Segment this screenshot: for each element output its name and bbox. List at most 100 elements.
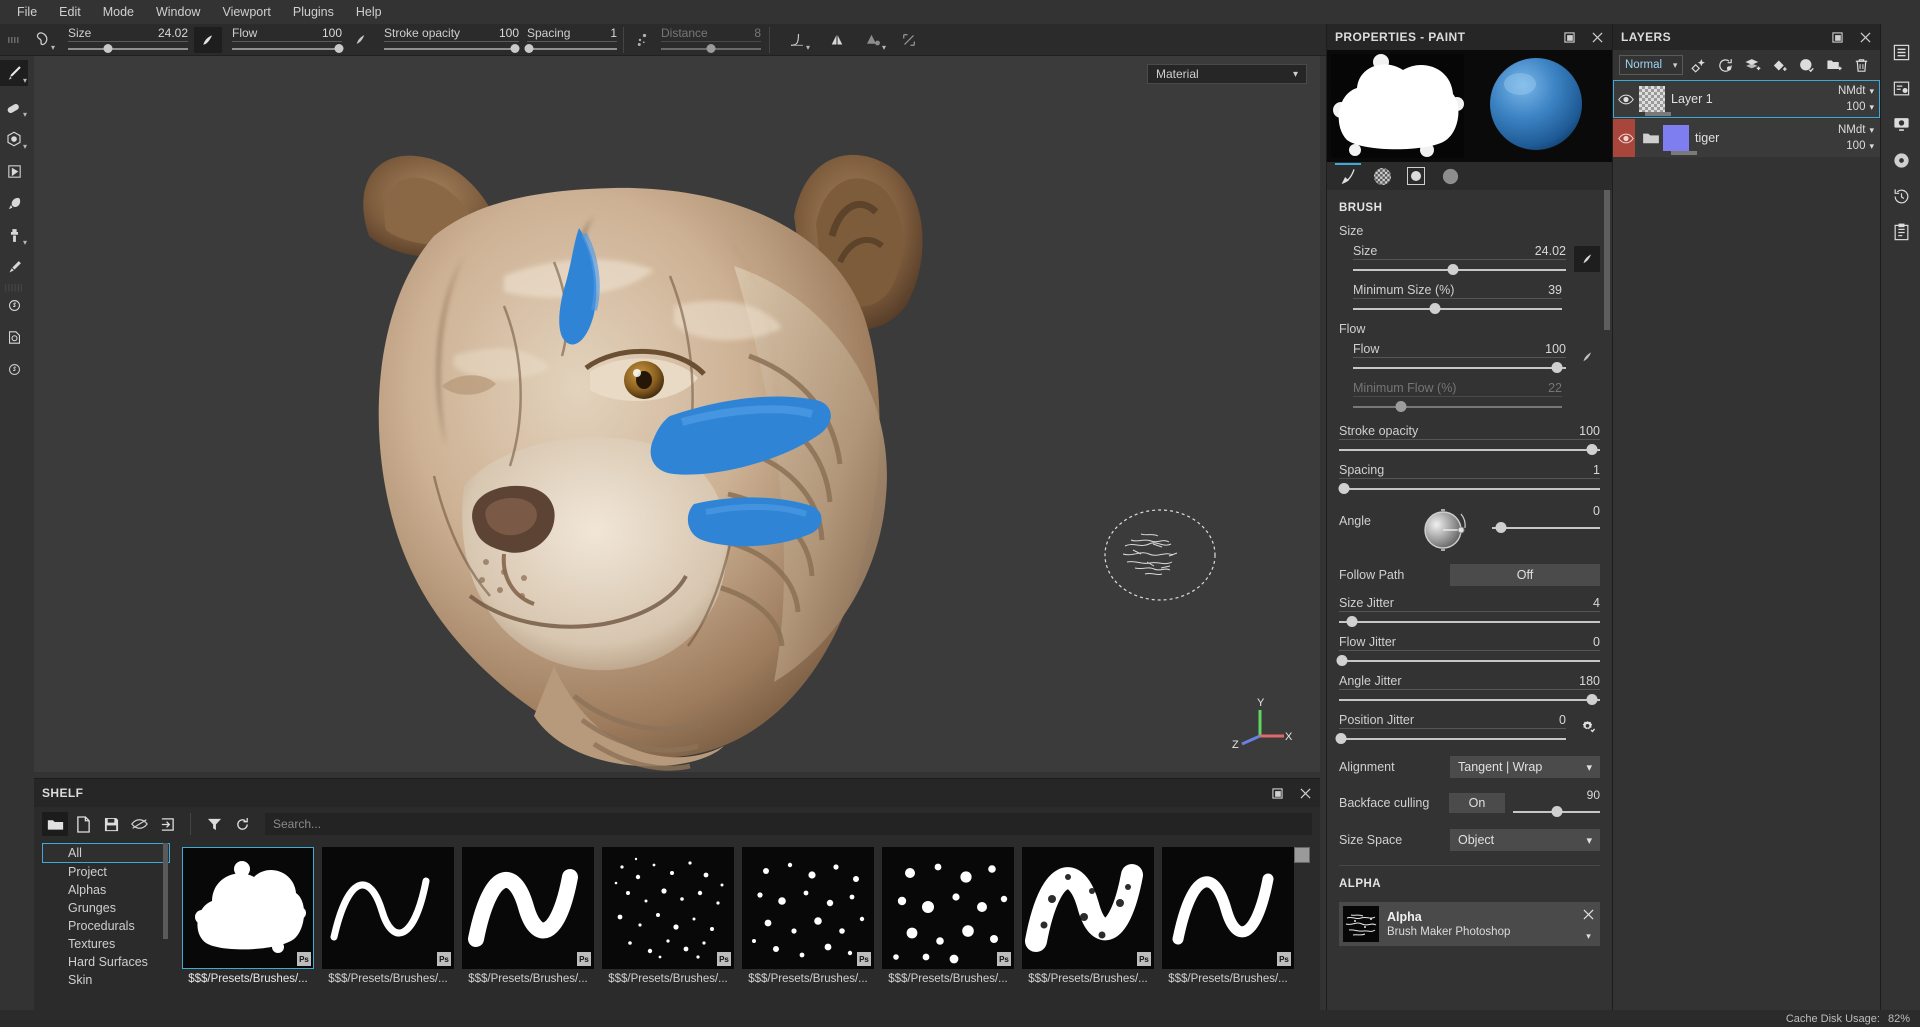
add-paint-layer-icon[interactable] bbox=[1767, 53, 1792, 77]
chevron-down-icon[interactable]: ▾ bbox=[1586, 761, 1592, 774]
toolbar-size-slider[interactable] bbox=[68, 44, 188, 53]
add-folder-icon[interactable] bbox=[1822, 53, 1847, 77]
brush-thumbnail[interactable]: Ps bbox=[882, 847, 1014, 969]
chevron-down-icon[interactable]: ▾ bbox=[23, 111, 27, 119]
toolbar-flow-slider[interactable] bbox=[232, 44, 342, 53]
minimum-flow-row[interactable]: Minimum Flow (%) 22 bbox=[1339, 379, 1600, 418]
randomize-icon[interactable] bbox=[1574, 713, 1600, 739]
layer-blend-mode[interactable]: NMdt bbox=[1838, 124, 1865, 136]
layer-thumbnail[interactable] bbox=[1639, 86, 1665, 112]
history-icon[interactable] bbox=[1881, 178, 1920, 214]
toolbar-distance-param[interactable]: Distance 8 bbox=[661, 24, 761, 56]
hide-icon[interactable] bbox=[126, 812, 152, 836]
display-settings-icon[interactable] bbox=[1881, 106, 1920, 142]
shelf-brush-item[interactable]: Ps $$$/Presets/Brushes/... bbox=[882, 847, 1014, 1027]
menu-plugins[interactable]: Plugins bbox=[282, 2, 345, 22]
shelf-search-input[interactable]: Search... bbox=[265, 813, 1312, 835]
flow-jitter-row[interactable]: Flow Jitter 0 bbox=[1339, 633, 1600, 672]
maximize-icon[interactable] bbox=[1830, 30, 1844, 44]
preset-tool[interactable] bbox=[0, 356, 28, 382]
chevron-down-icon[interactable]: ▾ bbox=[1869, 141, 1874, 152]
close-icon[interactable] bbox=[1583, 907, 1594, 925]
texture-set-settings-icon[interactable] bbox=[1881, 70, 1920, 106]
brush-thumbnail[interactable]: Ps bbox=[1022, 847, 1154, 969]
maximize-icon[interactable] bbox=[1270, 786, 1284, 800]
toolbar-stroke-opacity-slider[interactable] bbox=[384, 44, 519, 53]
particle-icon[interactable] bbox=[629, 27, 657, 53]
shelf-category-hard-surfaces[interactable]: Hard Surfaces bbox=[42, 953, 170, 971]
symmetry-settings-icon[interactable]: ▾ bbox=[859, 27, 887, 53]
material-picker-tool[interactable] bbox=[0, 254, 28, 280]
angle-value-group[interactable]: 0 bbox=[1492, 504, 1600, 533]
shelf-category-procedurals[interactable]: Procedurals bbox=[42, 917, 170, 935]
alpha-card[interactable]: Alpha Brush Maker Photoshop ▾ bbox=[1339, 902, 1600, 946]
add-filter-icon[interactable] bbox=[1794, 53, 1819, 77]
material-tab[interactable] bbox=[1401, 163, 1431, 189]
projection-icon[interactable] bbox=[895, 27, 923, 53]
blend-mode-dropdown[interactable]: Normal ▾ bbox=[1619, 55, 1683, 75]
shelf-category-grunges[interactable]: Grunges bbox=[42, 899, 170, 917]
shelf-brush-item[interactable]: Ps $$$/Presets/Brushes/... bbox=[182, 847, 314, 1027]
size-space-dropdown[interactable]: Object ▾ bbox=[1450, 829, 1600, 851]
chevron-down-icon[interactable]: ▾ bbox=[1673, 60, 1678, 71]
brush-tab[interactable] bbox=[1333, 163, 1363, 189]
falloff-curve-icon[interactable]: ▾ bbox=[783, 27, 811, 53]
stroke-opacity-row[interactable]: Stroke opacity 100 bbox=[1339, 418, 1600, 461]
smudge-tool[interactable] bbox=[0, 190, 28, 216]
backface-culling-toggle[interactable]: On bbox=[1449, 793, 1505, 813]
layer-row-tiger[interactable]: tiger NMdt ▾ 100 ▾ bbox=[1613, 119, 1880, 157]
stencil-tab[interactable] bbox=[1435, 163, 1465, 189]
menu-mode[interactable]: Mode bbox=[92, 2, 145, 22]
chevron-down-icon[interactable]: ▾ bbox=[1586, 834, 1592, 847]
layer-opacity[interactable]: 100 bbox=[1846, 101, 1865, 113]
chevron-down-icon[interactable]: ▾ bbox=[23, 77, 27, 85]
import-icon[interactable] bbox=[154, 812, 180, 836]
viewport-material-dropdown[interactable]: Material ▾ bbox=[1147, 64, 1307, 84]
shelf-brush-item[interactable]: Ps $$$/Presets/Brushes/... bbox=[602, 847, 734, 1027]
category-scrollbar[interactable] bbox=[163, 843, 168, 939]
brush-thumbnail[interactable]: Ps bbox=[182, 847, 314, 969]
chevron-down-icon[interactable]: ▾ bbox=[1293, 69, 1298, 80]
toolbar-spacing-param[interactable]: Spacing 1 bbox=[527, 24, 617, 56]
shelf-brush-item[interactable]: Ps $$$/Presets/Brushes/... bbox=[1162, 847, 1294, 1027]
angle-jitter-slider[interactable] bbox=[1339, 694, 1600, 705]
menu-help[interactable]: Help bbox=[345, 2, 393, 22]
flow-slider[interactable] bbox=[1353, 362, 1566, 373]
log-icon[interactable] bbox=[1881, 214, 1920, 250]
position-jitter-slider[interactable] bbox=[1339, 733, 1566, 744]
brush-thumbnail[interactable]: Ps bbox=[322, 847, 454, 969]
paint-tool[interactable]: ▾ bbox=[0, 60, 28, 86]
brush-tip-icon[interactable] bbox=[194, 27, 222, 53]
brush-thumbnail[interactable]: Ps bbox=[1162, 847, 1294, 969]
flow-jitter-slider[interactable] bbox=[1339, 655, 1600, 666]
spacing-slider[interactable] bbox=[1339, 483, 1600, 494]
toolbar-stroke-opacity-param[interactable]: Stroke opacity 100 bbox=[384, 24, 519, 56]
shelf-view-toggle[interactable] bbox=[1294, 847, 1310, 863]
toolbar-distance-slider[interactable] bbox=[661, 44, 761, 53]
delete-icon[interactable] bbox=[1849, 53, 1874, 77]
chevron-down-icon[interactable]: ▾ bbox=[1586, 931, 1591, 942]
menu-viewport[interactable]: Viewport bbox=[211, 2, 281, 22]
clone-tool[interactable]: ▾ bbox=[0, 222, 28, 248]
brush-preset-icon[interactable]: ▾ bbox=[28, 27, 56, 53]
menu-window[interactable]: Window bbox=[145, 2, 211, 22]
eye-icon[interactable] bbox=[1613, 133, 1639, 144]
brush-thumbnail[interactable]: Ps bbox=[742, 847, 874, 969]
toolbar-flow-param[interactable]: Flow 100 bbox=[232, 24, 342, 56]
minimum-size-slider[interactable] bbox=[1353, 303, 1562, 314]
toolbar-size-param[interactable]: Size 24.02 bbox=[68, 24, 188, 56]
layer-thumbnail[interactable] bbox=[1663, 125, 1689, 151]
size-jitter-slider[interactable] bbox=[1339, 616, 1600, 627]
shelf-brush-item[interactable]: Ps $$$/Presets/Brushes/... bbox=[462, 847, 594, 1027]
layer-row-layer-1[interactable]: Layer 1 NMdt ▾ 100 ▾ bbox=[1613, 80, 1880, 118]
close-icon[interactable] bbox=[1298, 786, 1312, 800]
new-file-icon[interactable] bbox=[70, 812, 96, 836]
folder-icon[interactable] bbox=[42, 812, 68, 836]
save-icon[interactable] bbox=[98, 812, 124, 836]
shelf-brush-item[interactable]: Ps $$$/Presets/Brushes/... bbox=[1022, 847, 1154, 1027]
refresh-icon[interactable] bbox=[229, 812, 255, 836]
angle-dial[interactable] bbox=[1417, 502, 1473, 558]
eraser-tool[interactable]: ▾ bbox=[0, 94, 28, 120]
viewport-3d[interactable]: Material ▾ Y X bbox=[34, 56, 1320, 772]
close-icon[interactable] bbox=[1590, 30, 1604, 44]
